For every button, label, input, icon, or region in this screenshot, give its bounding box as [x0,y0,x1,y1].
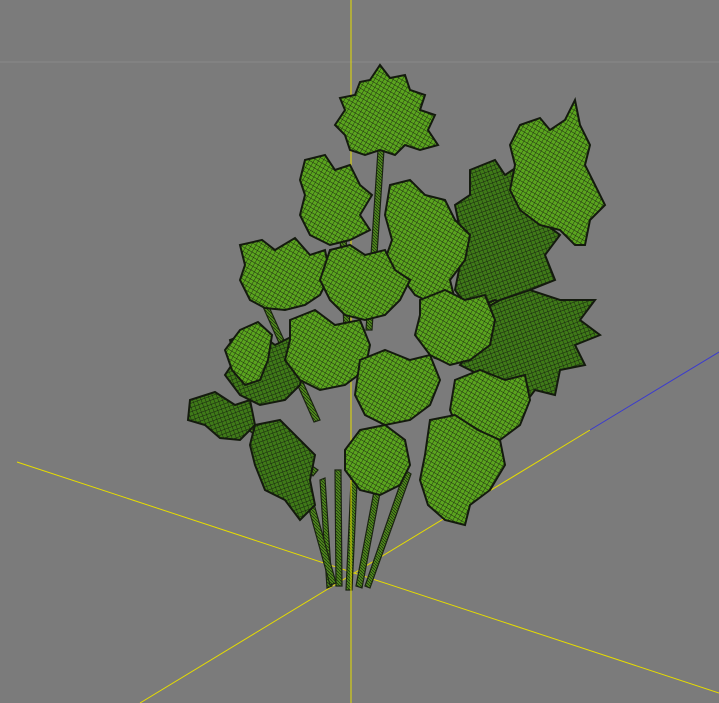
axis-z-blue-line [589,351,719,431]
parsley-plant-mesh[interactable] [186,63,607,591]
viewport-canvas[interactable] [0,0,719,703]
top-leaf [333,63,440,157]
3d-viewport[interactable] [0,0,719,703]
